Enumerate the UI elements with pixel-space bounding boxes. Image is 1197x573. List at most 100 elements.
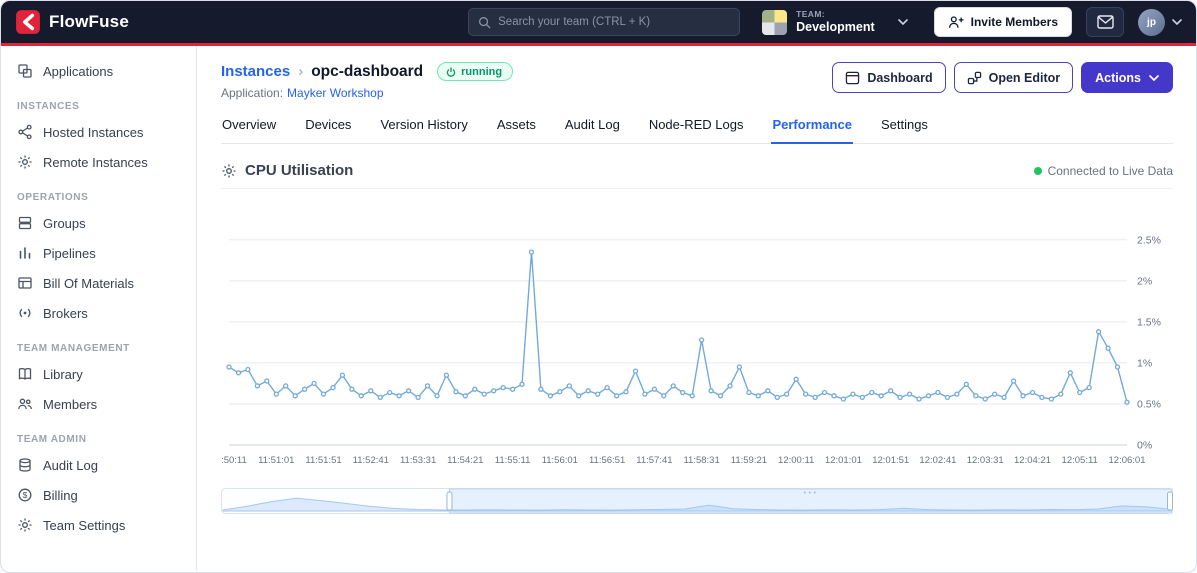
svg-text:1%: 1% — [1137, 357, 1152, 369]
sidebar-item-label: Hosted Instances — [43, 124, 144, 140]
invite-members-button[interactable]: Invite Members — [933, 7, 1072, 37]
tab-performance[interactable]: Performance — [771, 117, 853, 144]
notifications-button[interactable] — [1086, 7, 1124, 37]
team-name: Development — [796, 19, 875, 34]
team-label: TEAM: — [796, 8, 826, 19]
tab-devices[interactable]: Devices — [304, 117, 352, 143]
svg-text:11:57:41: 11:57:41 — [636, 455, 672, 466]
brand-name: FlowFuse — [49, 12, 129, 31]
chevron-down-icon — [1172, 19, 1182, 25]
search-input[interactable] — [498, 16, 731, 28]
sidebar-item-label: Groups — [43, 215, 86, 231]
tab-settings[interactable]: Settings — [880, 117, 929, 143]
remote-instances-icon — [18, 155, 32, 169]
tab-overview[interactable]: Overview — [221, 117, 277, 143]
library-icon — [18, 368, 32, 380]
dashboard-icon — [846, 71, 860, 84]
actions-button-label: Actions — [1095, 70, 1141, 85]
main-panel: Instances › opc-dashboard running Applic… — [197, 46, 1196, 571]
live-status-label: Connected to Live Data — [1047, 163, 1173, 178]
sidebar-item-audit-log[interactable]: Audit Log — [1, 450, 196, 480]
dashboard-button[interactable]: Dashboard — [832, 62, 946, 93]
sidebar-item-label: Applications — [43, 63, 114, 79]
svg-text:11:56:01: 11:56:01 — [542, 455, 578, 466]
flowfuse-logo[interactable]: FlowFuse — [15, 9, 129, 35]
user-avatar: jp — [1138, 8, 1165, 36]
chart-header: CPU Utilisation Connected to Live Data — [221, 162, 1173, 189]
sidebar-item-bill-of-materials[interactable]: Bill Of Materials — [1, 268, 196, 298]
actions-button[interactable]: Actions — [1081, 62, 1173, 93]
chart-navigator-svg[interactable] — [221, 488, 1173, 514]
live-status: Connected to Live Data — [1033, 163, 1173, 178]
live-status-dot — [1033, 166, 1042, 175]
sidebar-item-library[interactable]: Library — [1, 359, 196, 389]
team-selector[interactable]: TEAM: Development — [754, 5, 920, 40]
header-actions: Dashboard Open Editor Actions — [832, 62, 1173, 93]
svg-text:12:04:21: 12:04:21 — [1014, 455, 1051, 466]
app-window: FlowFuse TEAM: Development — [0, 0, 1197, 573]
chart-navigator[interactable] — [221, 488, 1173, 519]
sidebar-item-hosted-instances[interactable]: Hosted Instances — [1, 117, 196, 147]
audit-log-icon — [19, 458, 31, 472]
sidebar-item-billing[interactable]: $ Billing — [1, 480, 196, 510]
gear-icon — [222, 164, 236, 177]
svg-text:2%: 2% — [1137, 275, 1152, 287]
sidebar-item-team-settings[interactable]: Team Settings — [1, 510, 196, 540]
team-search[interactable] — [468, 8, 741, 36]
svg-text:12:00:11: 12:00:11 — [778, 455, 814, 466]
tab-assets[interactable]: Assets — [496, 117, 537, 143]
tab-audit-log[interactable]: Audit Log — [564, 117, 621, 143]
pipelines-icon — [19, 247, 31, 259]
open-editor-button[interactable]: Open Editor — [953, 62, 1074, 93]
sidebar-item-label: Remote Instances — [43, 154, 148, 170]
svg-text:11:55:11: 11:55:11 — [495, 455, 531, 466]
sidebar-section-operations: OPERATIONS — [17, 192, 89, 203]
team-meta: TEAM: Development — [796, 8, 875, 34]
sidebar-item-members[interactable]: Members — [1, 389, 196, 419]
tab-node-red-logs[interactable]: Node-RED Logs — [648, 117, 745, 143]
svg-text:11:56:51: 11:56:51 — [589, 455, 625, 466]
groups-icon — [18, 216, 32, 230]
status-badge: running — [437, 62, 514, 81]
svg-text:11:51:51: 11:51:51 — [305, 455, 341, 466]
members-icon — [18, 398, 32, 410]
sidebar-item-label: Audit Log — [43, 457, 98, 473]
tab-version-history[interactable]: Version History — [379, 117, 468, 143]
chevron-down-icon — [1149, 74, 1159, 81]
sidebar-item-pipelines[interactable]: Pipelines — [1, 238, 196, 268]
svg-text:11:58:31: 11:58:31 — [683, 455, 719, 466]
sidebar: Applications INSTANCES Hosted Instances … — [1, 46, 197, 571]
person-plus-icon — [948, 16, 964, 28]
application-label: Application: — [221, 86, 284, 100]
open-editor-icon — [967, 71, 981, 84]
sidebar-section-instances: INSTANCES — [17, 101, 80, 112]
sidebar-item-remote-instances[interactable]: Remote Instances — [1, 147, 196, 177]
sidebar-item-applications[interactable]: Applications — [1, 56, 196, 86]
top-navbar: FlowFuse TEAM: Development — [1, 1, 1196, 46]
instance-name: opc-dashboard — [311, 62, 424, 80]
invite-members-label: Invite Members — [970, 15, 1058, 29]
sidebar-item-brokers[interactable]: Brokers — [1, 298, 196, 328]
tab-bar: Overview Devices Version History Assets … — [221, 117, 1173, 144]
application-link[interactable]: Mayker Workshop — [287, 86, 383, 100]
svg-text:0.5%: 0.5% — [1137, 399, 1161, 411]
svg-text:12:06:01: 12:06:01 — [1109, 455, 1146, 466]
svg-text:12:01:51: 12:01:51 — [872, 455, 909, 466]
svg-text:11:54:21: 11:54:21 — [447, 455, 483, 466]
sidebar-item-label: Pipelines — [43, 245, 96, 261]
breadcrumb-instances-link[interactable]: Instances — [221, 63, 290, 80]
breadcrumb-separator: › — [298, 63, 304, 80]
chart-title: CPU Utilisation — [245, 162, 354, 179]
sidebar-item-groups[interactable]: Groups — [1, 208, 196, 238]
svg-text:11:53:31: 11:53:31 — [400, 455, 436, 466]
svg-text:11:50:11: 11:50:11 — [221, 455, 247, 466]
svg-text:12:01:01: 12:01:01 — [825, 455, 862, 466]
sidebar-item-label: Brokers — [43, 305, 88, 321]
brokers-icon — [19, 308, 31, 318]
user-menu[interactable]: jp — [1138, 8, 1182, 36]
flowfuse-logo-icon — [16, 10, 40, 34]
svg-text:11:52:41: 11:52:41 — [353, 455, 389, 466]
content-area: Applications INSTANCES Hosted Instances … — [1, 46, 1196, 571]
power-icon — [446, 66, 456, 77]
sidebar-item-label: Bill Of Materials — [43, 275, 135, 291]
